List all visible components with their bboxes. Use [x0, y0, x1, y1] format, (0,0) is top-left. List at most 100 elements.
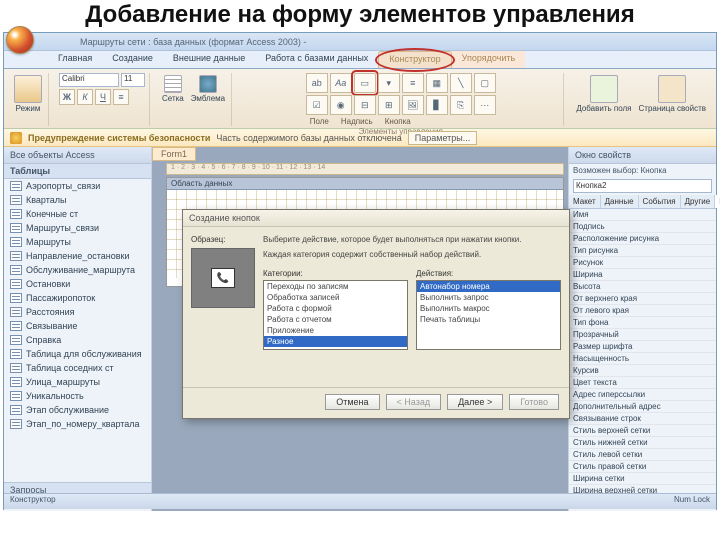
- tab-control-icon[interactable]: ⊞: [378, 95, 400, 115]
- property-row[interactable]: Насыщенность: [569, 353, 716, 365]
- underline-button[interactable]: Ч: [95, 89, 111, 105]
- line-control-icon[interactable]: ╲: [450, 73, 472, 93]
- property-row[interactable]: Рисунок: [569, 257, 716, 269]
- prop-tab-all[interactable]: Все: [715, 195, 720, 208]
- nav-table-item[interactable]: Направление_остановки: [4, 249, 151, 263]
- property-row[interactable]: Размер шрифта: [569, 341, 716, 353]
- toggle-control-icon[interactable]: ⊟: [354, 95, 376, 115]
- property-row[interactable]: Имя: [569, 209, 716, 221]
- combo-control-icon[interactable]: ▾: [378, 73, 400, 93]
- nav-table-item[interactable]: Уникальность: [4, 389, 151, 403]
- prop-tab-other[interactable]: Другие: [681, 195, 716, 208]
- office-button[interactable]: [6, 26, 34, 54]
- nav-table-item[interactable]: Кварталы: [4, 193, 151, 207]
- view-button[interactable]: Режим: [12, 73, 44, 115]
- property-row[interactable]: Адрес гиперссылки: [569, 389, 716, 401]
- property-row[interactable]: Высота: [569, 281, 716, 293]
- prop-tab-event[interactable]: События: [639, 195, 681, 208]
- font-name-combo[interactable]: Calibri: [59, 73, 119, 87]
- wizard-back-button[interactable]: < Назад: [386, 394, 442, 410]
- tab-home[interactable]: Главная: [48, 51, 102, 68]
- subform-control-icon[interactable]: ▦: [426, 73, 448, 93]
- textbox-control-icon[interactable]: ab: [306, 73, 328, 93]
- gridlines-button[interactable]: Сетка: [160, 73, 186, 105]
- button-control-icon[interactable]: ▭: [354, 73, 376, 93]
- image-control-icon[interactable]: 🖼: [402, 95, 424, 115]
- property-row[interactable]: Подпись: [569, 221, 716, 233]
- action-option[interactable]: Автонабор номера: [417, 281, 560, 292]
- list-control-icon[interactable]: ≡: [402, 73, 424, 93]
- property-row[interactable]: Стиль нижней сетки: [569, 437, 716, 449]
- rect-control-icon[interactable]: ▢: [474, 73, 496, 93]
- option-control-icon[interactable]: ◉: [330, 95, 352, 115]
- nav-table-item[interactable]: Этап_по_номеру_квартала: [4, 417, 151, 431]
- property-row[interactable]: Ширина: [569, 269, 716, 281]
- action-option[interactable]: Печать таблицы: [417, 314, 560, 325]
- logo-button[interactable]: Эмблема: [189, 73, 227, 105]
- nav-table-item[interactable]: Этап обслуживание: [4, 403, 151, 417]
- action-option[interactable]: Выполнить запрос: [417, 292, 560, 303]
- bold-button[interactable]: Ж: [59, 89, 75, 105]
- property-row[interactable]: Тип фона: [569, 317, 716, 329]
- categories-listbox[interactable]: Переходы по записямОбработка записейРабо…: [263, 280, 408, 350]
- detail-section-header[interactable]: Область данных: [167, 178, 563, 190]
- category-option[interactable]: Разное: [264, 336, 407, 347]
- wizard-next-button[interactable]: Далее >: [447, 394, 503, 410]
- chart-control-icon[interactable]: ▊: [426, 95, 448, 115]
- property-row[interactable]: Стиль верхней сетки: [569, 425, 716, 437]
- more-controls-icon[interactable]: ⋯: [474, 95, 496, 115]
- label-control-icon[interactable]: Aa: [330, 73, 352, 93]
- nav-table-item[interactable]: Маршруты_связи: [4, 221, 151, 235]
- wizard-finish-button[interactable]: Готово: [509, 394, 559, 410]
- check-control-icon[interactable]: ☑: [306, 95, 328, 115]
- tab-design[interactable]: Конструктор: [378, 51, 451, 68]
- property-row[interactable]: Связывание строк: [569, 413, 716, 425]
- category-option[interactable]: Приложение: [264, 325, 407, 336]
- actions-listbox[interactable]: Автонабор номераВыполнить запросВыполнит…: [416, 280, 561, 350]
- nav-table-item[interactable]: Остановки: [4, 277, 151, 291]
- link-control-icon[interactable]: ⎘: [450, 95, 472, 115]
- tab-external[interactable]: Внешние данные: [163, 51, 255, 68]
- prop-tab-data[interactable]: Данные: [601, 195, 639, 208]
- nav-table-item[interactable]: Конечные ст: [4, 207, 151, 221]
- action-option[interactable]: Выполнить макрос: [417, 303, 560, 314]
- form-document-tab[interactable]: Form1: [152, 147, 196, 161]
- nav-table-item[interactable]: Связывание: [4, 319, 151, 333]
- property-object-selector[interactable]: Кнопка2: [573, 179, 712, 193]
- category-option[interactable]: Работа с формой: [264, 303, 407, 314]
- nav-table-item[interactable]: Улица_маршруты: [4, 375, 151, 389]
- nav-table-item[interactable]: Обслуживание_маршрута: [4, 263, 151, 277]
- property-row[interactable]: Дополнительный адрес: [569, 401, 716, 413]
- align-left-button[interactable]: ≡: [113, 89, 129, 105]
- wizard-cancel-button[interactable]: Отмена: [325, 394, 379, 410]
- nav-table-item[interactable]: Таблица соседних ст: [4, 361, 151, 375]
- nav-group-tables[interactable]: Таблицы: [4, 164, 151, 179]
- property-sheet-button[interactable]: Страница свойств: [637, 73, 708, 115]
- tab-arrange[interactable]: Упорядочить: [452, 51, 526, 68]
- property-row[interactable]: Тип рисунка: [569, 245, 716, 257]
- nav-table-item[interactable]: Справка: [4, 333, 151, 347]
- property-row[interactable]: От верхнего края: [569, 293, 716, 305]
- nav-table-item[interactable]: Пассажиропоток: [4, 291, 151, 305]
- property-row[interactable]: Стиль левой сетки: [569, 449, 716, 461]
- property-row[interactable]: Расположение рисунка: [569, 233, 716, 245]
- property-row[interactable]: Курсив: [569, 365, 716, 377]
- tab-create[interactable]: Создание: [102, 51, 163, 68]
- tab-dbtools[interactable]: Работа с базами данных: [255, 51, 378, 68]
- italic-button[interactable]: К: [77, 89, 93, 105]
- property-row[interactable]: Стиль правой сетки: [569, 461, 716, 473]
- property-row[interactable]: Прозрачный: [569, 329, 716, 341]
- security-options-button[interactable]: Параметры...: [408, 131, 477, 145]
- nav-table-item[interactable]: Расстояния: [4, 305, 151, 319]
- category-option[interactable]: Работа с отчетом: [264, 314, 407, 325]
- nav-table-item[interactable]: Маршруты: [4, 235, 151, 249]
- property-row[interactable]: Ширина сетки: [569, 473, 716, 485]
- category-option[interactable]: Переходы по записям: [264, 281, 407, 292]
- prop-tab-format[interactable]: Макет: [569, 195, 601, 208]
- add-fields-button[interactable]: Добавить поля: [574, 73, 633, 115]
- font-size-combo[interactable]: 11: [121, 73, 145, 87]
- nav-table-item[interactable]: Таблица для обслуживания: [4, 347, 151, 361]
- nav-header[interactable]: Все объекты Access: [4, 147, 151, 164]
- property-row[interactable]: Цвет текста: [569, 377, 716, 389]
- nav-table-item[interactable]: Аэропорты_связи: [4, 179, 151, 193]
